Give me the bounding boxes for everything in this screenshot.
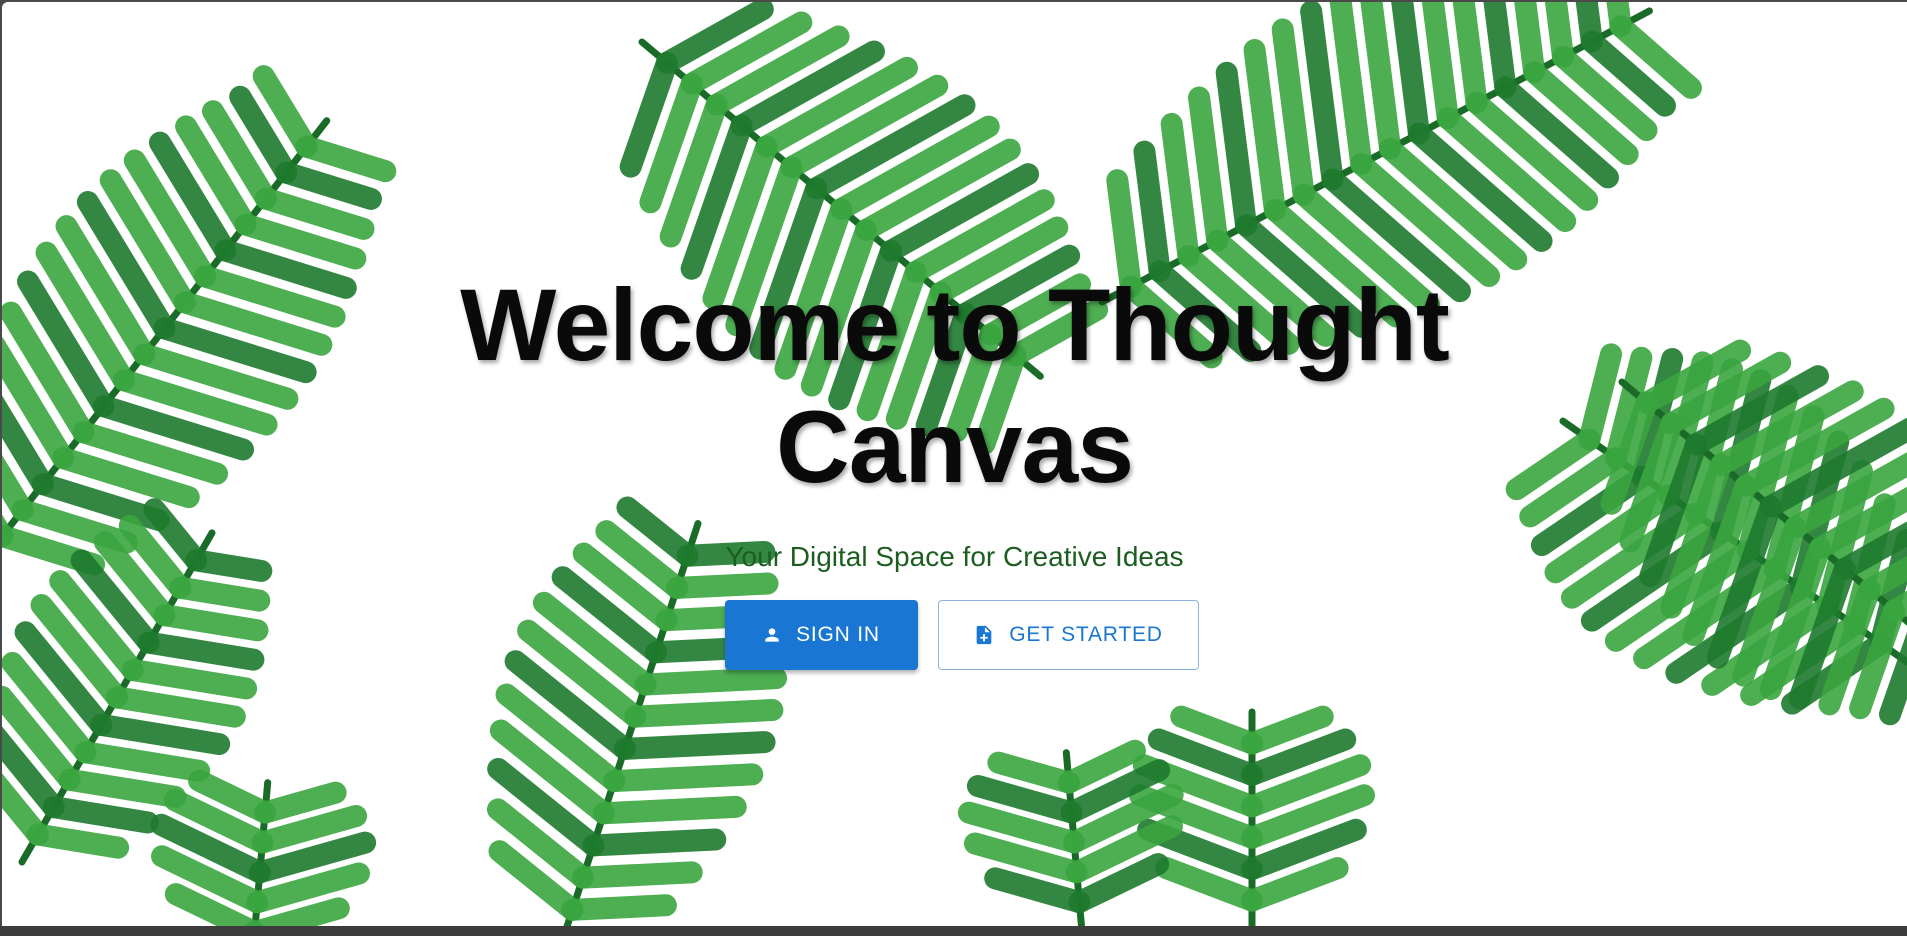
fern-leaflet (1360, 2, 1402, 160)
fern-leaflet (1133, 140, 1171, 283)
fern-leaflet (592, 795, 747, 825)
fern-leaflet (26, 823, 130, 859)
fern-frond (957, 739, 1184, 926)
fern-leaflet (90, 713, 231, 756)
fern-leaflet (1188, 86, 1229, 252)
fern-leaflet (245, 897, 350, 926)
window-bottom-edge (0, 926, 1907, 936)
fern-leaflet (571, 861, 703, 889)
fern-leaflet (984, 867, 1091, 914)
fern-leaflet (42, 796, 159, 834)
fern-leaflet (1170, 705, 1263, 755)
note-add-icon (973, 624, 995, 646)
fern-leaflet (1329, 2, 1373, 176)
page-subtitle: Your Digital Space for Creative Ideas (725, 541, 1184, 572)
hero-section: Welcome to Thought Canvas Your Digital S… (2, 264, 1907, 670)
page-title: Welcome to Thought Canvas (460, 268, 1450, 504)
fern-leaflet (1271, 18, 1315, 206)
fern-leaflet (624, 699, 784, 728)
fern-leaflet (275, 161, 382, 210)
fern-frond (150, 769, 377, 926)
fern-leaflet (254, 781, 347, 824)
fern-leaflet (106, 686, 246, 728)
get-started-button[interactable]: GET STARTED (937, 600, 1199, 670)
get-started-label: GET STARTED (1009, 623, 1163, 646)
fern-leaflet (1483, 2, 1517, 99)
fern-leaflet (1215, 61, 1258, 237)
fern-leaflet (1160, 112, 1200, 268)
fern-leaflet (121, 659, 258, 700)
fern-leaflet (74, 741, 211, 782)
fern-leaflet (582, 828, 727, 857)
fern-leaflet (1300, 2, 1344, 191)
fern-leaflet (1452, 2, 1488, 114)
fern-leaflet (58, 768, 187, 808)
hero-actions: SIGN IN GET STARTED (2, 600, 1907, 670)
fern-leaflet (1391, 2, 1430, 145)
person-icon (762, 625, 782, 645)
fern-leaflet (295, 135, 397, 183)
fern-leaflet (561, 894, 677, 921)
sign-in-label: SIGN IN (796, 623, 880, 646)
fern-leaflet (613, 731, 776, 760)
app-window: Welcome to Thought Canvas Your Digital S… (2, 2, 1907, 926)
sign-in-button[interactable]: SIGN IN (724, 600, 918, 670)
fern-leaflet (1421, 2, 1459, 130)
fern-leaflet (634, 667, 788, 696)
fern-leaflet (1241, 705, 1334, 755)
fern-leaflet (1243, 38, 1286, 222)
fern-leaflet (603, 763, 764, 793)
